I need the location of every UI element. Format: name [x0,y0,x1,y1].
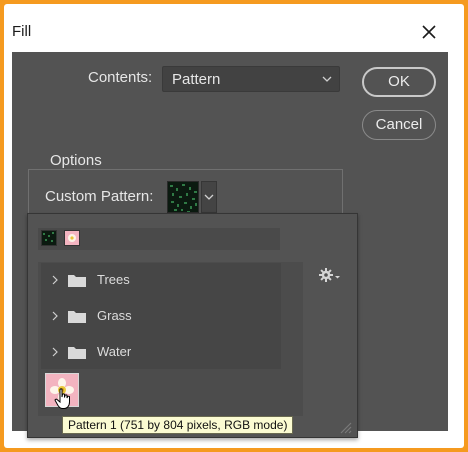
resize-grip-icon[interactable] [336,418,352,434]
contents-label: Contents: [88,69,153,86]
folder-name: Water [97,344,132,359]
folder-icon [68,347,86,359]
window-title: Fill [12,23,32,40]
chevron-right-icon [52,347,58,357]
cancel-button[interactable]: Cancel [362,110,436,140]
chevron-right-icon [52,275,58,285]
hand-pointer-icon [54,388,74,410]
pattern-tooltip: Pattern 1 (751 by 804 pixels, RGB mode) [62,416,294,434]
contents-select[interactable]: Pattern [162,66,340,92]
flower-pattern-thumbnail [65,231,79,245]
close-icon [422,25,436,39]
folder-icon [68,311,86,323]
folder-icon [68,275,86,287]
chevron-down-icon [322,76,332,82]
recent-pattern-flower[interactable] [64,230,80,246]
pattern-picker-toggle[interactable] [201,181,217,213]
title-bar [12,16,448,52]
folder-name: Trees [97,272,130,287]
folder-row-grass[interactable]: Grass [41,299,281,333]
chevron-down-icon [204,194,214,200]
close-button[interactable] [418,21,440,43]
picker-settings-button[interactable] [318,266,342,284]
gear-icon [319,268,340,282]
folder-row-trees[interactable]: Trees [41,263,281,297]
folder-name: Grass [97,308,132,323]
chevron-right-icon [52,311,58,321]
grass-pattern-thumbnail [42,231,56,245]
ok-button[interactable]: OK [362,67,436,97]
recent-pattern-grass[interactable] [41,230,57,246]
custom-pattern-swatch[interactable] [167,181,199,213]
grass-pattern-image [168,182,198,212]
contents-value: Pattern [172,71,221,88]
options-group-label: Options [44,152,108,169]
custom-pattern-label: Custom Pattern: [45,188,154,205]
folder-row-water[interactable]: Water [41,335,281,369]
